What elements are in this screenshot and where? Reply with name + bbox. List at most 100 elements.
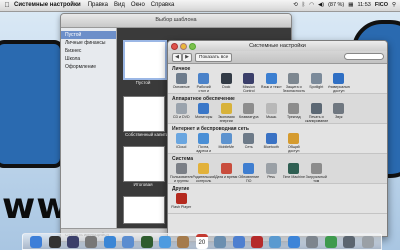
menu-help[interactable]: Справка bbox=[151, 0, 175, 11]
template-category-item[interactable]: Школа bbox=[61, 55, 116, 63]
battery-status[interactable]: (87 %) bbox=[328, 0, 344, 11]
show-all-button[interactable]: Показать все bbox=[195, 53, 233, 62]
preference-section: Личное Основные Рабочий стол и заставка Doc… bbox=[168, 64, 387, 94]
pane-item[interactable]: Речь bbox=[260, 162, 283, 183]
itunes-icon[interactable] bbox=[232, 235, 245, 248]
template-category-item[interactable]: Личные финансы bbox=[61, 39, 116, 47]
menu-edit[interactable]: Правка bbox=[88, 0, 108, 11]
facetime-icon[interactable] bbox=[140, 235, 153, 248]
pane-item[interactable]: Mission Control bbox=[238, 72, 261, 93]
finder-icon[interactable] bbox=[30, 235, 43, 248]
pane-item[interactable]: Язык и текст bbox=[260, 72, 283, 93]
template-category-item[interactable]: Бизнес bbox=[61, 47, 116, 55]
iphoto-icon[interactable] bbox=[269, 235, 282, 248]
pane-item[interactable]: CD и DVD bbox=[170, 102, 193, 123]
pane-item[interactable]: MobileMe bbox=[215, 132, 238, 153]
system-preferences-icon[interactable] bbox=[306, 235, 319, 248]
pane-item[interactable]: Универсальный доступ bbox=[328, 72, 350, 93]
pane-label: Почта, адреса и календари bbox=[196, 145, 212, 153]
spotlight-icon bbox=[310, 73, 322, 84]
trash-icon[interactable] bbox=[361, 235, 374, 248]
pane-item[interactable]: Общий доступ bbox=[283, 132, 306, 153]
volume-menu-icon[interactable]: ◀) bbox=[318, 0, 324, 11]
pane-label: Сеть bbox=[244, 145, 253, 149]
apple-menu-icon[interactable]:  bbox=[0, 0, 14, 11]
pane-item[interactable]: Клавиатура bbox=[238, 102, 261, 123]
mail-icon[interactable] bbox=[122, 235, 135, 248]
pane-item[interactable]: Пользователи и группы bbox=[170, 162, 193, 183]
launchpad-icon[interactable] bbox=[85, 235, 98, 248]
pane-item[interactable]: Основные bbox=[170, 72, 193, 93]
ichat-icon[interactable] bbox=[159, 235, 172, 248]
pane-item[interactable]: Мониторы bbox=[193, 102, 216, 123]
keyboard-icon bbox=[243, 103, 255, 114]
pane-item[interactable]: Обновление ПО bbox=[238, 162, 261, 183]
mission-control-icon bbox=[243, 73, 255, 84]
template-thumb-label: Итоговая bbox=[133, 182, 153, 187]
flash-player-icon bbox=[175, 193, 187, 204]
bluetooth-menu-icon[interactable]: ᛒ bbox=[302, 0, 305, 11]
pane-item[interactable]: Дата и время bbox=[215, 162, 238, 183]
template-thumb-blank[interactable] bbox=[123, 40, 167, 80]
close-button-icon[interactable] bbox=[171, 43, 178, 50]
search-input[interactable] bbox=[344, 53, 384, 60]
mission-control-icon[interactable] bbox=[67, 235, 80, 248]
zoom-button-icon[interactable] bbox=[189, 43, 196, 50]
menu-view[interactable]: Вид bbox=[114, 0, 125, 11]
preview-icon[interactable] bbox=[214, 235, 227, 248]
template-thumb[interactable] bbox=[123, 96, 165, 132]
pane-item[interactable]: iCloud bbox=[170, 132, 193, 153]
pane-item[interactable]: Рабочий стол и заставка bbox=[193, 72, 216, 93]
template-category-list: Пустой Личные финансы Бизнес Школа Оформ… bbox=[61, 28, 117, 241]
template-thumb-label: Собственный капитал bbox=[124, 132, 172, 137]
pane-item[interactable]: Загрузочный том bbox=[305, 162, 328, 183]
safari-icon[interactable] bbox=[103, 235, 116, 248]
pane-item[interactable]: Почта, адреса и календари bbox=[193, 132, 216, 153]
pane-label: Мышь bbox=[266, 115, 277, 119]
template-thumb[interactable] bbox=[123, 196, 165, 224]
language-icon bbox=[265, 73, 277, 84]
pane-item[interactable]: Трекпад bbox=[283, 102, 306, 123]
back-button[interactable]: ◀ bbox=[172, 53, 182, 62]
pane-row: Основные Рабочий стол и заставка Dock Missi… bbox=[168, 72, 387, 93]
numbers-icon[interactable] bbox=[324, 235, 337, 248]
app-store-icon[interactable] bbox=[287, 235, 300, 248]
pane-label: Речь bbox=[267, 175, 276, 179]
input-source-flag-icon[interactable]: ▦ bbox=[348, 0, 353, 11]
photo-booth-icon[interactable] bbox=[251, 235, 264, 248]
clock[interactable]: 11:53 bbox=[357, 0, 370, 11]
spotlight-menu-icon[interactable]: ⚲ bbox=[392, 0, 396, 11]
pane-item[interactable]: Bluetooth bbox=[260, 132, 283, 153]
pane-label: Spotlight bbox=[309, 85, 324, 89]
wifi-menu-icon[interactable]: ◠ bbox=[309, 0, 314, 11]
downloads-icon[interactable] bbox=[343, 235, 356, 248]
menu-bar:  Системные настройки Правка Вид Окно Сп… bbox=[0, 0, 400, 12]
template-category-item[interactable]: Пустой bbox=[61, 31, 116, 39]
pane-item[interactable]: Dock bbox=[215, 72, 238, 93]
desktop-icon bbox=[198, 73, 210, 84]
menu-window[interactable]: Окно bbox=[131, 0, 145, 11]
user-menu[interactable]: FICO bbox=[375, 0, 388, 11]
pane-item[interactable]: Flash Player bbox=[170, 192, 193, 213]
menu-app-name[interactable]: Системные настройки bbox=[14, 0, 81, 11]
pane-item[interactable]: Time Machine bbox=[283, 162, 306, 183]
pane-item[interactable]: Spotlight bbox=[305, 72, 328, 93]
pane-item[interactable]: Звук bbox=[328, 102, 351, 123]
dashboard-icon[interactable] bbox=[48, 235, 61, 248]
minimize-button-icon[interactable] bbox=[180, 43, 187, 50]
pane-item[interactable]: Печать и сканирование bbox=[305, 102, 328, 123]
pane-item[interactable]: Сеть bbox=[238, 132, 261, 153]
pane-label: Flash Player bbox=[171, 205, 192, 209]
pane-item[interactable]: Мышь bbox=[260, 102, 283, 123]
pane-item[interactable]: Экономия энергии bbox=[215, 102, 238, 123]
time-machine-menu-icon[interactable]: ⟲ bbox=[293, 0, 298, 11]
forward-button[interactable]: ▶ bbox=[182, 53, 192, 62]
calendar-icon[interactable]: 20 bbox=[195, 234, 208, 249]
pane-item[interactable]: Защита и безопасность bbox=[283, 72, 305, 93]
displays-icon bbox=[198, 103, 210, 114]
template-thumb[interactable] bbox=[123, 146, 165, 182]
pane-item[interactable]: Родительский контроль bbox=[193, 162, 215, 183]
address-book-icon[interactable] bbox=[177, 235, 190, 248]
date-time-icon bbox=[220, 163, 232, 174]
template-category-item[interactable]: Оформление bbox=[61, 63, 116, 71]
